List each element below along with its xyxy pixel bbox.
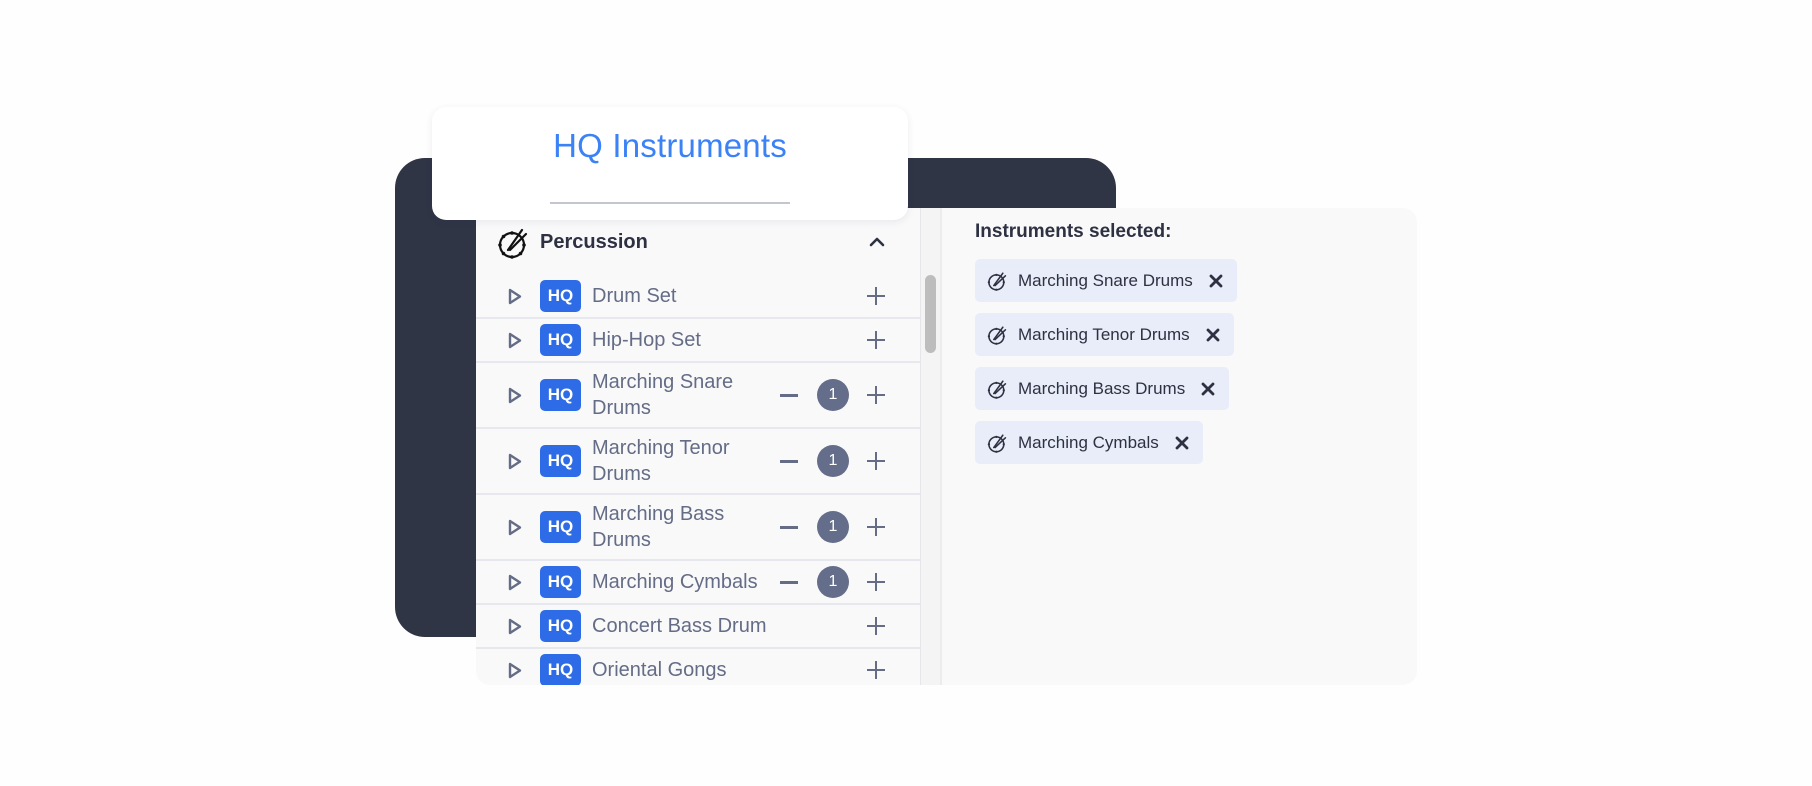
increment-button[interactable] — [867, 661, 885, 679]
instrument-name: Marching Snare Drums — [592, 371, 734, 419]
increment-button[interactable] — [867, 331, 885, 349]
title-underline — [550, 202, 790, 204]
increment-button[interactable] — [867, 287, 885, 305]
play-preview-icon[interactable] — [508, 288, 522, 305]
title-card: HQ Instruments — [432, 107, 908, 220]
play-preview-icon[interactable] — [508, 387, 522, 404]
instrument-name: Hip-Hop Set — [592, 329, 701, 351]
close-icon[interactable] — [1201, 382, 1215, 396]
selected-chip: Marching Snare Drums — [975, 259, 1237, 302]
increment-button[interactable] — [867, 386, 885, 404]
hq-badge: HQ — [540, 654, 581, 685]
count-badge: 1 — [817, 566, 849, 598]
play-preview-icon[interactable] — [508, 662, 522, 679]
instrument-name: Marching Cymbals — [592, 571, 758, 593]
chip-label: Marching Cymbals — [1018, 432, 1159, 452]
selected-panel: Instruments selected: Marching Snare Dru… — [942, 208, 1417, 685]
instrument-row[interactable]: HQ Marching Bass Drums 1 — [476, 495, 920, 561]
increment-button[interactable] — [867, 617, 885, 635]
hq-badge: HQ — [540, 445, 581, 477]
category-label: Percussion — [540, 231, 648, 253]
instrument-list-panel: Percussion HQ Drum Set HQ Hip-Hop Set HQ… — [476, 208, 920, 685]
chip-label: Marching Bass Drums — [1018, 378, 1186, 398]
selected-chip: Marching Tenor Drums — [975, 313, 1234, 356]
decrement-button[interactable] — [780, 393, 798, 397]
close-icon[interactable] — [1209, 274, 1223, 288]
count-badge: 1 — [817, 445, 849, 477]
play-preview-icon[interactable] — [508, 519, 522, 536]
instrument-row[interactable]: HQ Oriental Gongs — [476, 649, 920, 685]
chip-label: Marching Tenor Drums — [1018, 324, 1190, 344]
instrument-rows: HQ Drum Set HQ Hip-Hop Set HQ Marching S… — [476, 275, 920, 685]
hq-badge: HQ — [540, 511, 581, 543]
increment-button[interactable] — [867, 573, 885, 591]
close-icon[interactable] — [1175, 436, 1189, 450]
instrument-name: Concert Bass Drum — [592, 615, 767, 637]
instrument-row[interactable]: HQ Marching Cymbals 1 — [476, 561, 920, 605]
scrollbar-track[interactable] — [920, 208, 942, 685]
hq-badge: HQ — [540, 610, 581, 642]
drum-icon — [987, 379, 1007, 399]
chevron-up-icon[interactable] — [868, 234, 886, 248]
instrument-row[interactable]: HQ Hip-Hop Set — [476, 319, 920, 363]
instrument-name: Oriental Gongs — [592, 659, 727, 681]
selected-chips: Marching Snare Drums Marching Tenor Drum… — [975, 259, 1237, 475]
close-icon[interactable] — [1206, 328, 1220, 342]
scrollbar-thumb[interactable] — [925, 275, 936, 353]
hq-badge: HQ — [540, 280, 581, 312]
decrement-button[interactable] — [780, 525, 798, 529]
play-preview-icon[interactable] — [508, 332, 522, 349]
drum-icon — [498, 228, 528, 259]
selected-chip: Marching Cymbals — [975, 421, 1203, 464]
increment-button[interactable] — [867, 518, 885, 536]
instrument-name: Drum Set — [592, 285, 677, 307]
play-preview-icon[interactable] — [508, 453, 522, 470]
hq-badge: HQ — [540, 324, 581, 356]
instrument-row[interactable]: HQ Concert Bass Drum — [476, 605, 920, 649]
drum-icon — [987, 271, 1007, 291]
instrument-name: Marching Bass Drums — [592, 503, 725, 551]
selected-chip: Marching Bass Drums — [975, 367, 1230, 410]
hq-badge: HQ — [540, 566, 581, 598]
drum-icon — [987, 433, 1007, 453]
drum-icon — [987, 325, 1007, 345]
instrument-name: Marching Tenor Drums — [592, 437, 730, 485]
decrement-button[interactable] — [780, 459, 798, 463]
play-preview-icon[interactable] — [508, 618, 522, 635]
count-badge: 1 — [817, 511, 849, 543]
instrument-row[interactable]: HQ Marching Tenor Drums 1 — [476, 429, 920, 495]
selected-heading: Instruments selected: — [975, 221, 1172, 242]
play-preview-icon[interactable] — [508, 574, 522, 591]
instrument-row[interactable]: HQ Marching Snare Drums 1 — [476, 363, 920, 429]
hq-badge: HQ — [540, 379, 581, 411]
page-title: HQ Instruments — [553, 127, 787, 164]
instrument-row[interactable]: HQ Drum Set — [476, 275, 920, 319]
count-badge: 1 — [817, 379, 849, 411]
decrement-button[interactable] — [780, 580, 798, 584]
chip-label: Marching Snare Drums — [1018, 270, 1193, 290]
increment-button[interactable] — [867, 452, 885, 470]
